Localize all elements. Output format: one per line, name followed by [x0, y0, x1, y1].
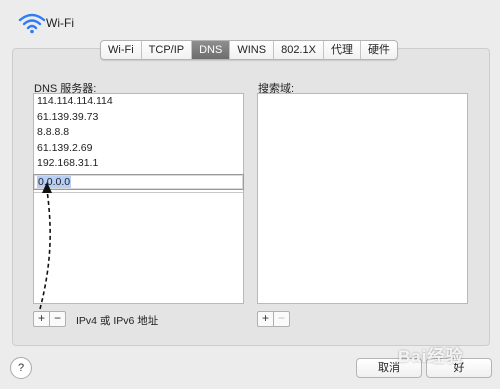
wifi-icon [18, 13, 46, 34]
tab-wins[interactable]: WINS [230, 41, 275, 59]
tab-proxy[interactable]: 代理 [324, 41, 361, 59]
remove-search-domain-button[interactable]: − [274, 312, 289, 326]
remove-dns-server-button[interactable]: − [50, 312, 65, 326]
list-divider [34, 191, 243, 193]
watermark: Bai经验 [398, 347, 464, 366]
search-domains-list[interactable] [257, 93, 468, 304]
tab-dns[interactable]: DNS [192, 41, 231, 59]
tab-tcpip[interactable]: TCP/IP [142, 41, 193, 59]
tab-bar: Wi-Fi TCP/IP DNS WINS 802.1X 代理 硬件 [100, 40, 398, 60]
add-dns-server-button[interactable]: + [34, 312, 50, 326]
add-search-domain-button[interactable]: + [258, 312, 274, 326]
dns-servers-list[interactable]: 114.114.114.114 61.139.39.73 8.8.8.8 61.… [33, 93, 244, 304]
dns-add-remove-control: + − [33, 311, 66, 327]
tab-hardware[interactable]: 硬件 [361, 41, 397, 59]
dns-server-row[interactable]: 114.114.114.114 [34, 94, 243, 110]
search-domain-add-remove-control: + − [257, 311, 290, 327]
dns-server-row[interactable]: 8.8.8.8 [34, 125, 243, 141]
dns-server-row[interactable]: 192.168.31.1 [34, 156, 243, 172]
dns-server-edit-value: 0.0.0.0 [37, 175, 72, 188]
dns-server-edit-field[interactable]: 0.0.0.0 [33, 173, 244, 190]
dns-address-hint: IPv4 或 IPv6 地址 [76, 315, 159, 327]
tab-wifi[interactable]: Wi-Fi [101, 41, 142, 59]
tab-8021x[interactable]: 802.1X [274, 41, 324, 59]
dns-server-row[interactable]: 61.139.2.69 [34, 141, 243, 157]
help-button[interactable]: ? [10, 357, 32, 379]
dns-server-row[interactable]: 61.139.39.73 [34, 110, 243, 126]
window-title: Wi-Fi [46, 16, 74, 30]
